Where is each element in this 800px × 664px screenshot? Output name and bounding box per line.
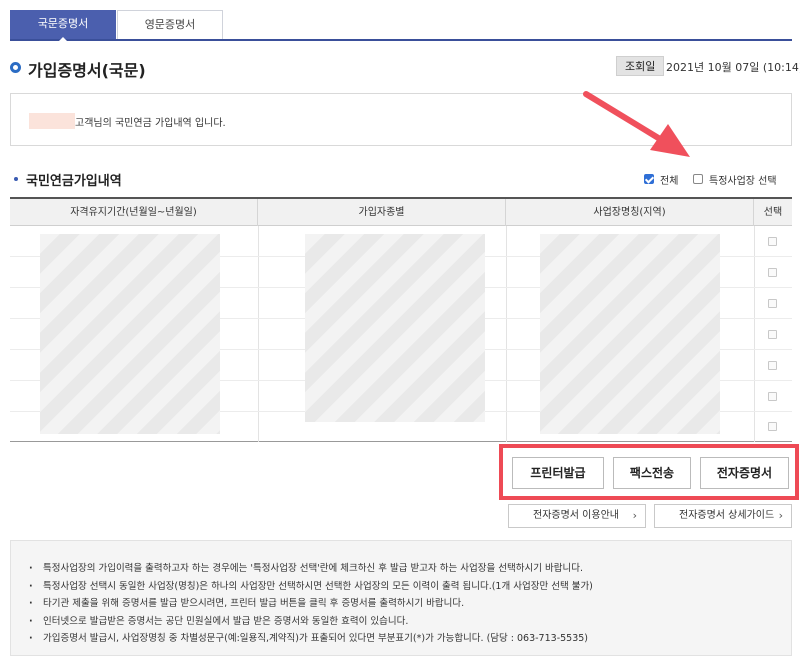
annotation-arrow-icon <box>583 91 690 157</box>
